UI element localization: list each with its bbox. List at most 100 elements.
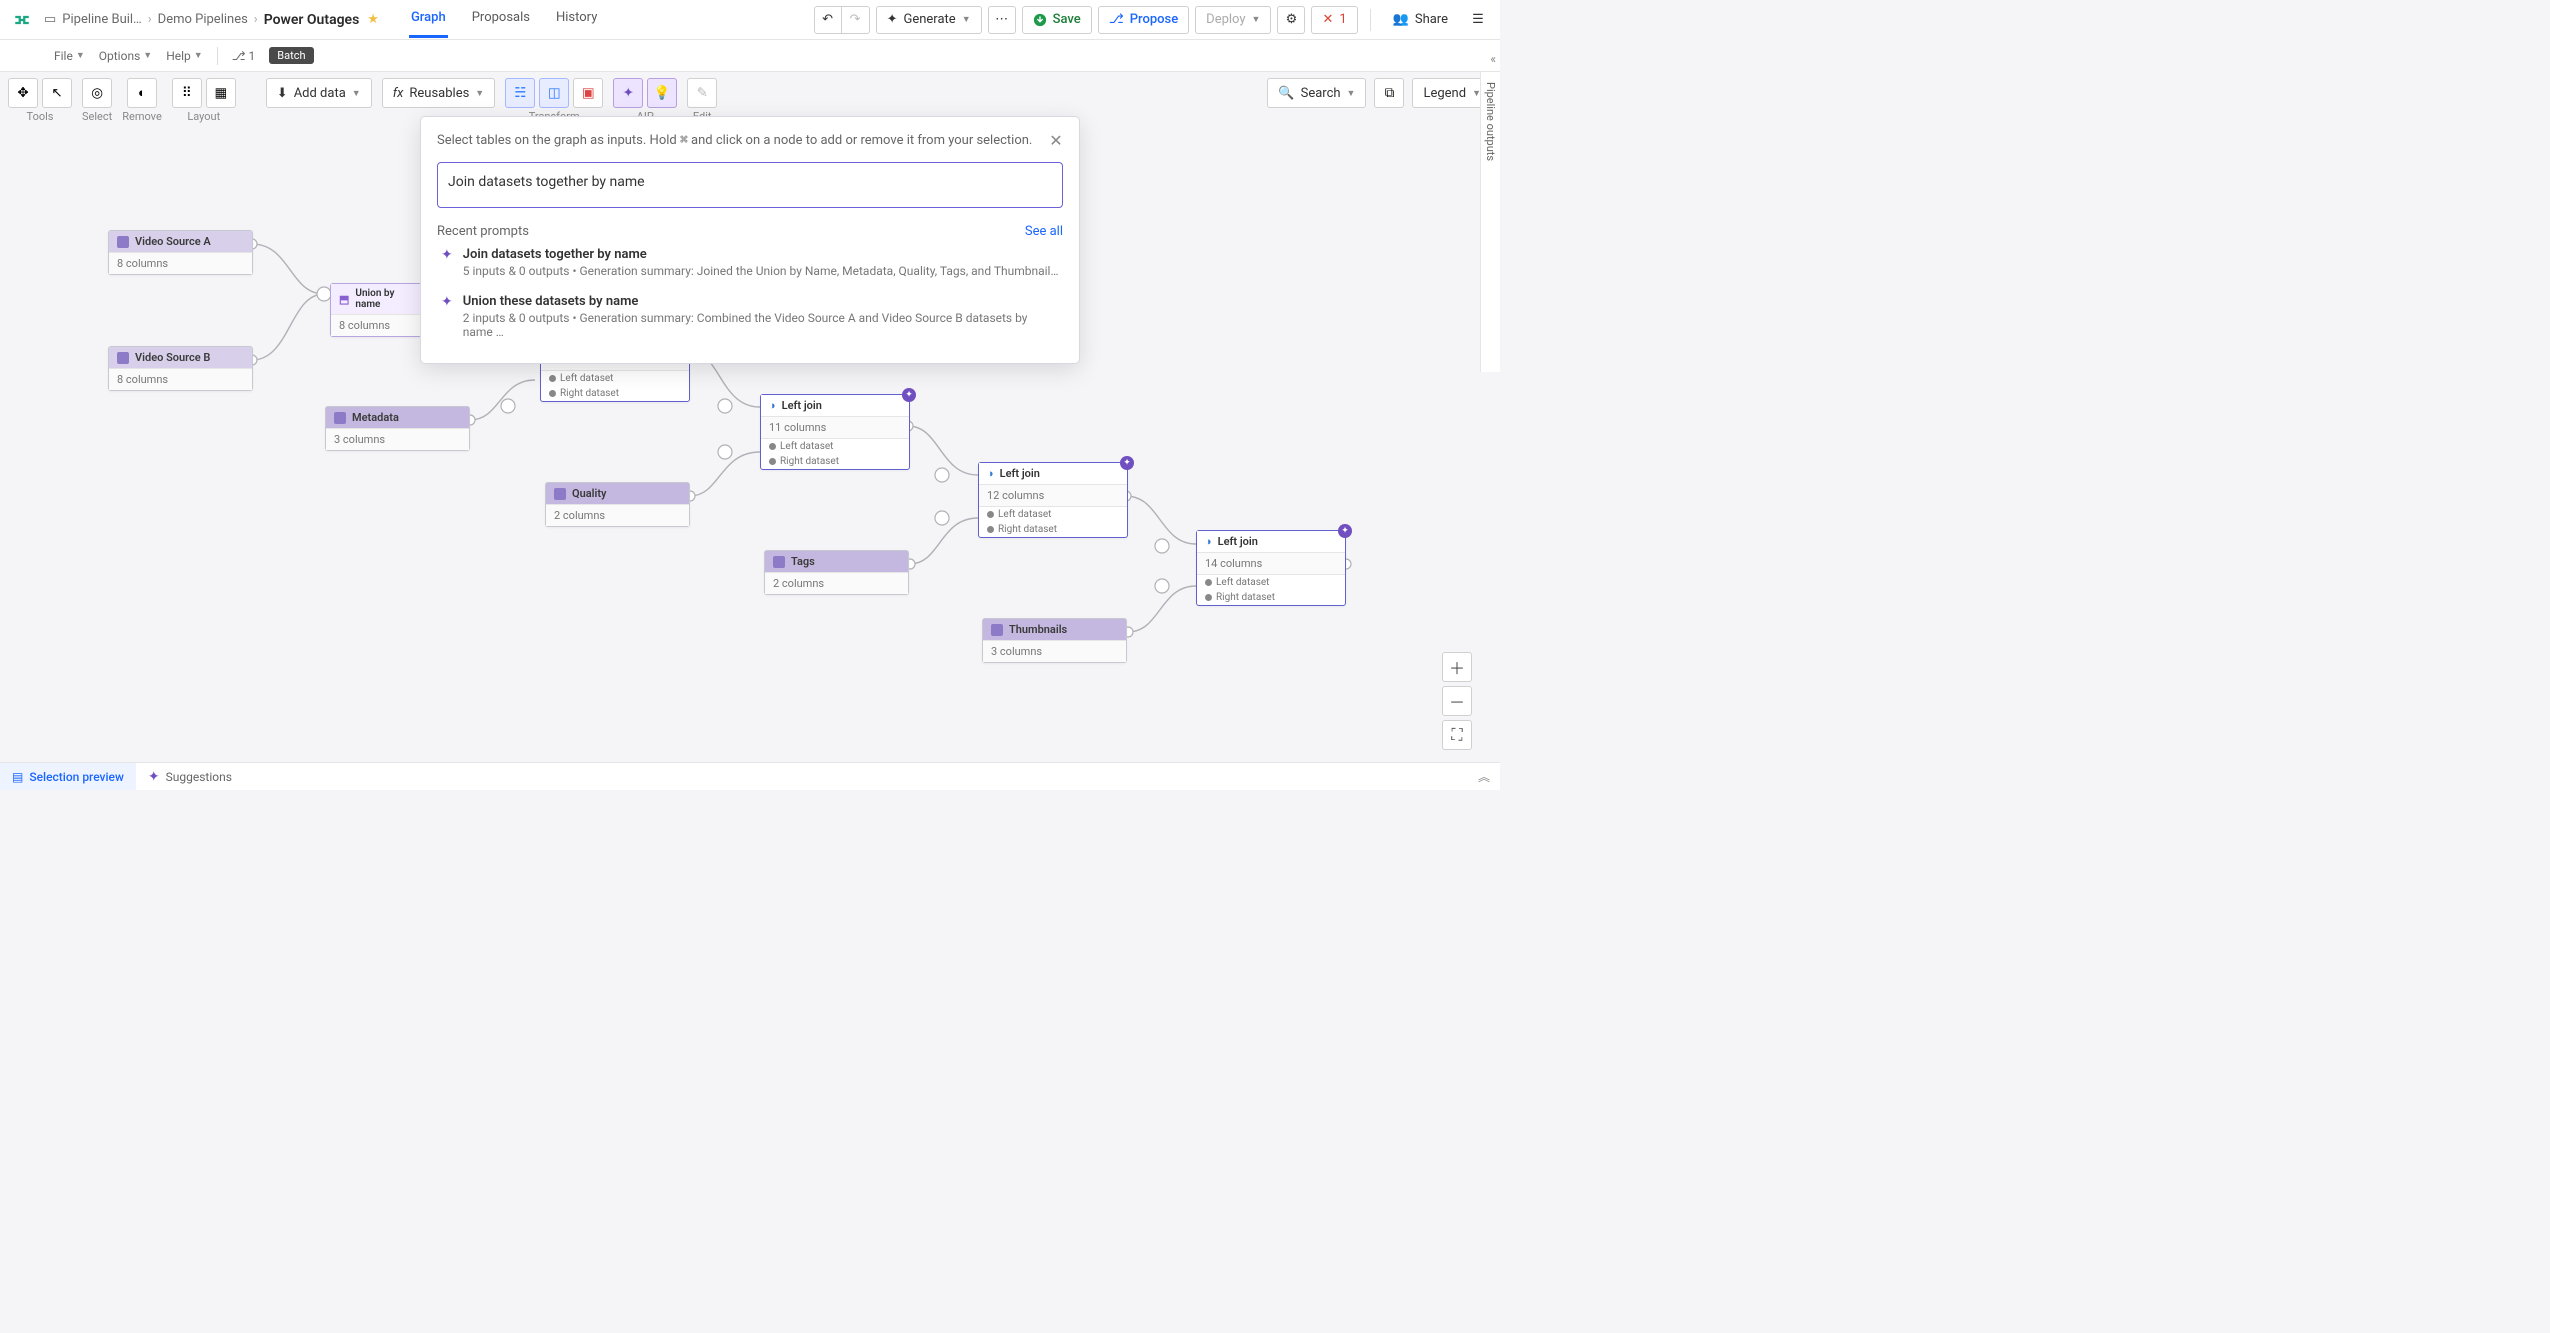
share-button[interactable]: 👥 Share xyxy=(1383,6,1458,34)
sparkle-icon: ✦ xyxy=(148,769,160,785)
recent-prompt-item[interactable]: ✦ Union these datasets by name 2 inputs … xyxy=(437,286,1063,347)
node-left-join-3[interactable]: ✦ ◑Left join 12 columns Left dataset Rig… xyxy=(978,462,1128,538)
node-columns: 14 columns xyxy=(1197,552,1345,574)
prompt-input-wrap[interactable] xyxy=(437,162,1063,208)
node-columns: 12 columns xyxy=(979,484,1127,506)
options-menu[interactable]: Options▼ xyxy=(99,49,152,63)
file-menu[interactable]: File▼ xyxy=(54,49,85,63)
chevron-down-icon: ▼ xyxy=(475,88,484,99)
aip-wand[interactable]: ✦ xyxy=(613,78,643,108)
list-icon: ▤ xyxy=(12,770,23,784)
breadcrumb-app[interactable]: Pipeline Buil… xyxy=(62,12,141,27)
transform-filter[interactable]: ▣ xyxy=(573,78,603,108)
layout-grid[interactable]: ▦ xyxy=(206,78,236,108)
edit-tool[interactable]: ✎ xyxy=(687,78,717,108)
sub-bar: File▼ Options▼ Help▼ ⎇ 1 Batch xyxy=(0,40,1500,72)
node-tags[interactable]: Tags 2 columns xyxy=(764,550,909,595)
zoom-in-button[interactable]: ＋ xyxy=(1442,652,1472,682)
tab-suggestions[interactable]: ✦ Suggestions xyxy=(136,763,244,790)
node-title: Video Source B xyxy=(135,351,210,364)
node-title: Left join xyxy=(782,399,822,412)
tab-selection-preview[interactable]: ▤ Selection preview xyxy=(0,763,136,790)
zoom-fit-button[interactable]: ⛶ xyxy=(1442,720,1472,750)
redo-button[interactable]: ↷ xyxy=(842,6,870,34)
zoom-out-button[interactable]: － xyxy=(1442,686,1472,716)
folder-icon: ▭ xyxy=(44,12,56,27)
join-icon: ◑ xyxy=(987,467,994,480)
tab-history[interactable]: History xyxy=(554,10,599,38)
ai-badge-icon: ✦ xyxy=(1120,456,1134,470)
error-button[interactable]: ✕ 1 xyxy=(1311,6,1357,34)
select-tool[interactable]: ◎ xyxy=(82,78,112,108)
remove-tool[interactable]: ◐ xyxy=(127,78,157,108)
node-title: Quality xyxy=(572,487,607,500)
node-title: Left join xyxy=(1000,467,1040,480)
search-label: Search xyxy=(1301,86,1341,101)
transform-join[interactable]: ◫ xyxy=(539,78,569,108)
node-metadata[interactable]: Metadata 3 columns xyxy=(325,406,470,451)
footer-expand-icon[interactable]: ︽ xyxy=(1478,768,1500,785)
node-thumbnails[interactable]: Thumbnails 3 columns xyxy=(982,618,1127,663)
tab-graph[interactable]: Graph xyxy=(409,10,448,38)
propose-label: Propose xyxy=(1130,12,1178,27)
suggestions-label: Suggestions xyxy=(166,770,232,784)
layout-auto[interactable]: ⠿ xyxy=(172,78,202,108)
top-bar: ▭ Pipeline Buil… › Demo Pipelines › Powe… xyxy=(0,0,1500,40)
node-columns: 3 columns xyxy=(983,640,1126,662)
search-icon: 🔍 xyxy=(1278,86,1294,101)
pipeline-outputs-rail[interactable]: Pipeline outputs xyxy=(1480,72,1500,372)
undo-button[interactable]: ↶ xyxy=(814,6,842,34)
port-right: Right dataset xyxy=(780,456,839,467)
prompt-input[interactable] xyxy=(448,174,1052,190)
node-title: Video Source A xyxy=(135,235,211,248)
main-tabs: Graph Proposals History xyxy=(409,2,599,38)
fx-icon: fx xyxy=(393,86,404,101)
node-video-source-a[interactable]: Video Source A 8 columns xyxy=(108,230,253,275)
footer-bar: ▤ Selection preview ✦ Suggestions ︽ xyxy=(0,762,1500,790)
add-data-button[interactable]: ⬇ Add data ▼ xyxy=(266,78,372,108)
app-logo-icon xyxy=(8,6,36,34)
node-left-join-2[interactable]: ✦ ◑Left join 11 columns Left dataset Rig… xyxy=(760,394,910,470)
node-quality[interactable]: Quality 2 columns xyxy=(545,482,690,527)
port-right: Right dataset xyxy=(998,524,1057,535)
breadcrumb-folder[interactable]: Demo Pipelines xyxy=(158,12,248,27)
branch-indicator[interactable]: ⎇ 1 xyxy=(232,49,256,63)
deploy-button[interactable]: Deploy ▼ xyxy=(1195,6,1271,34)
port-left: Left dataset xyxy=(998,509,1051,520)
pan-tool[interactable]: ✥ xyxy=(8,78,38,108)
sparkle-icon: ✦ xyxy=(887,12,898,27)
save-button[interactable]: Save xyxy=(1022,6,1092,34)
collapse-rail-icon[interactable]: « xyxy=(1490,52,1496,66)
node-title: Thumbnails xyxy=(1009,623,1067,636)
pointer-tool[interactable]: ↖ xyxy=(42,78,72,108)
transform-flow[interactable]: ☵ xyxy=(505,78,535,108)
star-icon[interactable]: ★ xyxy=(367,12,379,27)
propose-button[interactable]: ⎇ Propose xyxy=(1098,6,1189,34)
join-icon: ◑ xyxy=(1205,535,1212,548)
add-data-label: Add data xyxy=(294,86,346,101)
see-all-link[interactable]: See all xyxy=(1025,224,1063,239)
node-left-join-4[interactable]: ✦ ◑Left join 14 columns Left dataset Rig… xyxy=(1196,530,1346,606)
tab-proposals[interactable]: Proposals xyxy=(470,10,532,38)
close-button[interactable]: ✕ xyxy=(1045,129,1067,151)
node-title: Metadata xyxy=(352,411,399,424)
mode-badge[interactable]: Batch xyxy=(269,47,313,64)
branch-icon: ⎇ xyxy=(1109,12,1124,27)
union-icon: ⬒ xyxy=(339,293,349,306)
generate-button[interactable]: ✦ Generate ▼ xyxy=(876,6,982,34)
link-toggle[interactable]: ⧉ xyxy=(1374,78,1404,108)
help-menu[interactable]: Help▼ xyxy=(166,49,203,63)
recent-prompt-item[interactable]: ✦ Join datasets together by name 5 input… xyxy=(437,239,1063,286)
top-actions: ↶ ↷ ✦ Generate ▼ ⋯ Save ⎇ Propose Deploy… xyxy=(814,6,1492,34)
zoom-controls: ＋ － ⛶ xyxy=(1442,652,1472,750)
node-video-source-b[interactable]: Video Source B 8 columns xyxy=(108,346,253,391)
selection-label: Selection preview xyxy=(29,770,124,784)
aip-idea[interactable]: 💡 xyxy=(647,78,677,108)
panel-toggle-button[interactable]: ☰ xyxy=(1464,6,1492,34)
reusables-button[interactable]: fx Reusables ▼ xyxy=(382,78,496,108)
search-button[interactable]: 🔍 Search ▼ xyxy=(1267,78,1366,108)
table-icon xyxy=(117,352,129,364)
node-union-by-name[interactable]: ⬒Union by name 8 columns xyxy=(330,283,422,337)
more-button[interactable]: ⋯ xyxy=(988,6,1016,34)
settings-button[interactable]: ⚙ xyxy=(1277,6,1305,34)
